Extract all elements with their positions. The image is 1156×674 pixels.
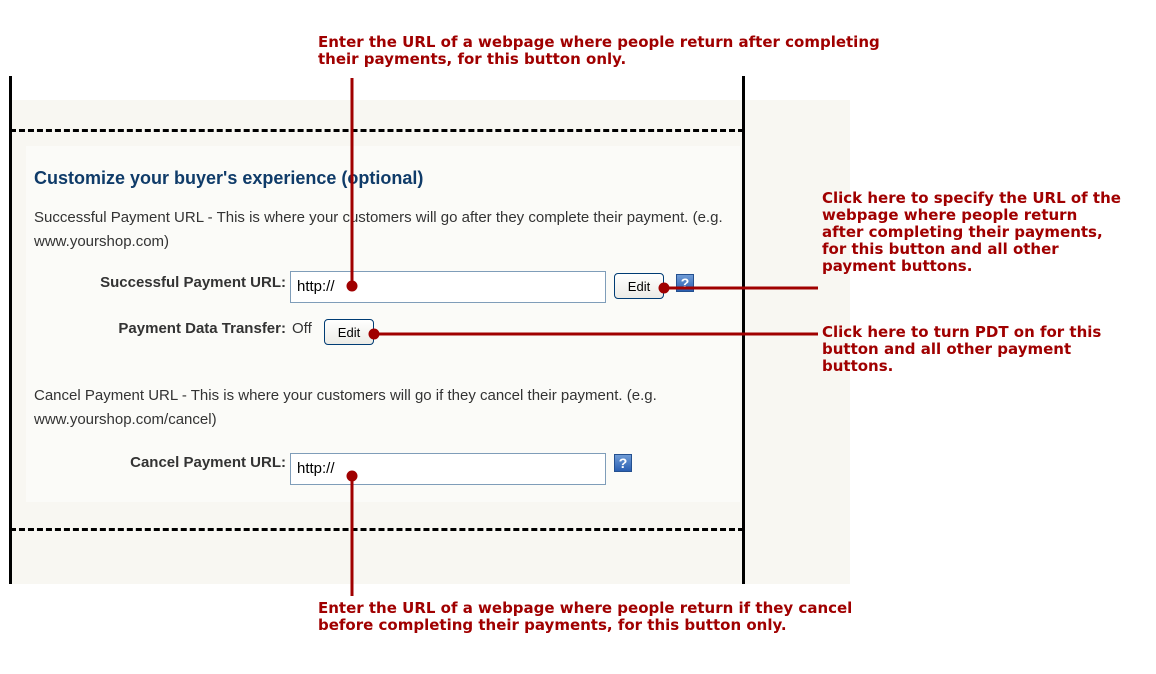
edit-pdt-annotation-dot bbox=[368, 328, 380, 340]
edit-url-annotation-dot bbox=[658, 282, 670, 294]
bottom-annotation-dot bbox=[346, 470, 358, 482]
annotation-edit-url: Click here to specify the URL of the web… bbox=[822, 189, 1121, 275]
annotation-bottom: Enter the URL of a webpage where people … bbox=[318, 599, 853, 634]
top-annotation-dot bbox=[346, 280, 358, 292]
annotation-top: Enter the URL of a webpage where people … bbox=[318, 33, 880, 68]
annotation-edit-pdt: Click here to turn PDT on for this butto… bbox=[822, 323, 1102, 375]
